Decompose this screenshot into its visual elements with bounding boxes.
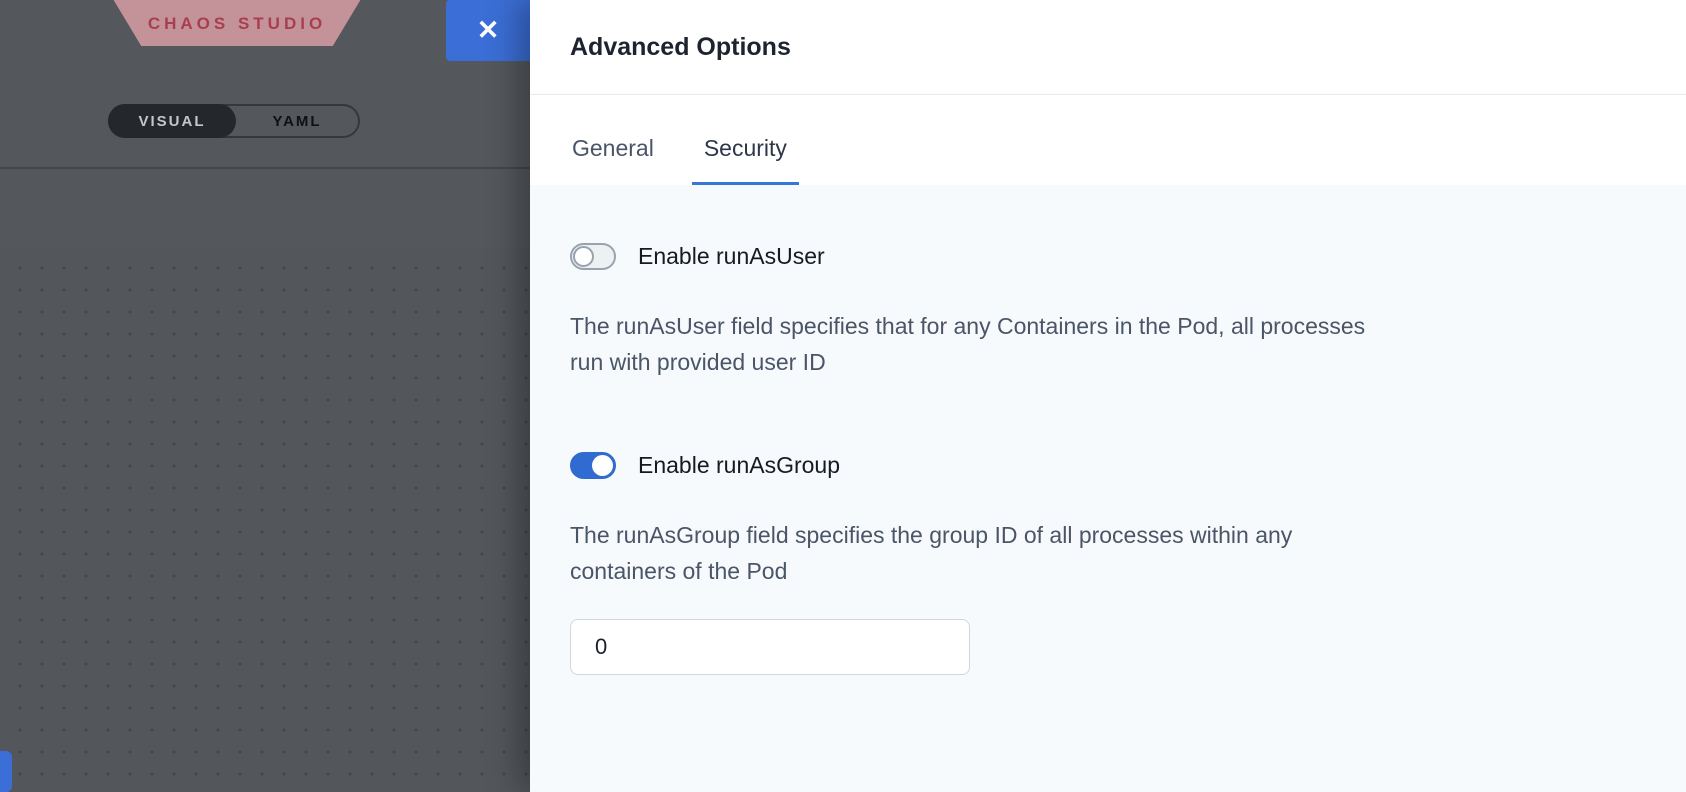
advanced-options-drawer: Advanced Options General Security Enable… <box>530 0 1686 792</box>
close-icon: ✕ <box>477 15 500 46</box>
runasuser-toggle[interactable] <box>570 243 616 270</box>
header-divider <box>0 167 530 169</box>
runasuser-row: Enable runAsUser <box>570 243 1606 270</box>
description-line: containers of the Pod <box>570 553 1606 589</box>
drawer-title: Advanced Options <box>570 33 791 62</box>
runasgroup-description: The runAsGroup field specifies the group… <box>570 517 1606 589</box>
description-line: run with provided user ID <box>570 344 1606 380</box>
tab-security[interactable]: Security <box>692 135 799 185</box>
chaos-studio-app-background: CHAOS STUDIO VISUAL YAML <box>0 0 530 792</box>
security-tab-content: Enable runAsUser The runAsUser field spe… <box>530 185 1686 792</box>
drawer-header: Advanced Options <box>530 0 1686 95</box>
brand-badge: CHAOS STUDIO <box>104 0 370 46</box>
runasgroup-label: Enable runAsGroup <box>638 452 840 479</box>
visual-yaml-switch[interactable]: VISUAL YAML <box>108 104 360 138</box>
description-line: The runAsUser field specifies that for a… <box>570 308 1606 344</box>
description-line: The runAsGroup field specifies the group… <box>570 517 1606 553</box>
runasgroup-toggle[interactable] <box>570 452 616 479</box>
runasgroup-row: Enable runAsGroup <box>570 452 1606 479</box>
canvas-control-partial[interactable] <box>0 751 12 792</box>
runasuser-description: The runAsUser field specifies that for a… <box>570 308 1606 380</box>
runasgroup-id-input[interactable] <box>570 619 970 675</box>
brand-title: CHAOS STUDIO <box>148 14 326 34</box>
yaml-tab[interactable]: YAML <box>236 106 358 136</box>
dotted-canvas <box>0 248 530 792</box>
toggle-knob <box>573 246 594 267</box>
visual-tab[interactable]: VISUAL <box>108 104 236 138</box>
drawer-tabs: General Security <box>530 95 1686 185</box>
close-button[interactable]: ✕ <box>446 0 530 61</box>
tab-general[interactable]: General <box>560 135 666 185</box>
runasuser-label: Enable runAsUser <box>638 243 825 270</box>
toggle-knob <box>592 455 613 476</box>
